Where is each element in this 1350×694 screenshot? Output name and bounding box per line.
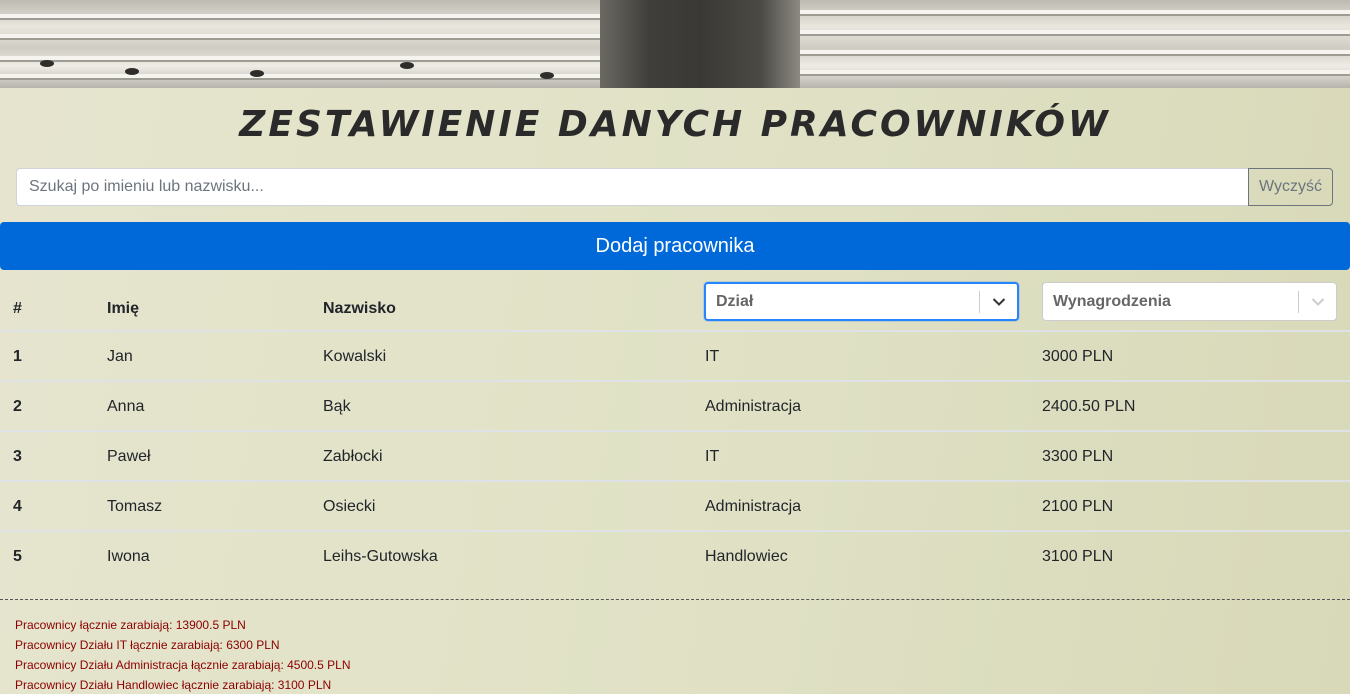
cell-number: 3 [13,448,22,465]
cell-last-name: Leihs-Gutowska [323,548,438,565]
banner-paper-sheet [0,56,600,62]
banner-paper-sheet [0,14,600,20]
banner-paper-sheet [0,74,600,80]
chevron-down-icon[interactable] [980,283,1017,320]
cell-first-name: Anna [107,398,145,415]
table-row: 5 Iwona Leihs-Gutowska Handlowiec 3100 P… [0,532,1350,582]
header-last-name: Nazwisko [323,300,396,317]
summary-administration: Pracownicy Działu Administracja łącznie … [15,658,351,672]
banner-hole [125,68,139,75]
cell-first-name: Iwona [107,548,150,565]
cell-last-name: Osiecki [323,498,376,515]
department-filter-label: Dział [716,292,754,310]
banner-paper-sheet [800,10,1350,16]
table-header: # Imię Nazwisko Dział Wynagrodzenia [0,278,1350,332]
banner-paper-sheet [800,50,1350,56]
banner-hole [400,62,414,69]
cell-salary: 3100 PLN [1042,548,1114,565]
cell-last-name: Kowalski [323,348,387,365]
banner-hole [250,70,264,77]
summary-total: Pracownicy łącznie zarabiają: 13900.5 PL… [15,618,246,632]
cell-first-name: Jan [107,348,133,365]
salary-summary: Pracownicy łącznie zarabiają: 13900.5 PL… [0,599,1350,694]
banner-hole [40,60,54,67]
cell-department: Administracja [705,398,802,415]
cell-number: 5 [13,548,22,565]
clear-button[interactable]: Wyczyść [1248,168,1333,206]
cell-salary: 3000 PLN [1042,348,1114,365]
department-filter-select[interactable]: Dział [704,282,1019,321]
employees-table: # Imię Nazwisko Dział Wynagrodzenia 1 Ja… [0,278,1350,582]
cell-number: 4 [13,498,22,515]
summary-sales: Pracownicy Działu Handlowiec łącznie zar… [15,678,332,692]
cell-salary: 2400.50 PLN [1042,398,1136,415]
cell-department: IT [705,448,720,465]
summary-it: Pracownicy Działu IT łącznie zarabiają: … [15,638,280,652]
salary-filter-label: Wynagrodzenia [1053,292,1171,310]
chevron-down-icon[interactable] [1299,283,1336,320]
salary-filter-select[interactable]: Wynagrodzenia [1042,282,1337,321]
table-row: 3 Paweł Zabłocki IT 3300 PLN [0,432,1350,482]
add-employee-button[interactable]: Dodaj pracownika [0,222,1350,270]
cell-salary: 2100 PLN [1042,498,1114,515]
banner-paper-sheet [0,34,600,40]
cell-department: Handlowiec [705,548,788,565]
cell-salary: 3300 PLN [1042,448,1114,465]
header-banner-image [0,0,1350,88]
page-title: ZESTAWIENIE DANYCH PRACOWNIKÓW [239,104,1111,145]
cell-department: IT [705,348,720,365]
table-row: 1 Jan Kowalski IT 3000 PLN [0,332,1350,382]
header-number: # [13,300,22,317]
cell-first-name: Paweł [107,448,151,465]
banner-dark-gap [600,0,800,88]
table-row: 2 Anna Bąk Administracja 2400.50 PLN [0,382,1350,432]
cell-first-name: Tomasz [107,498,163,515]
search-bar: Wyczyść [16,168,1333,206]
cell-last-name: Zabłocki [323,448,383,465]
search-input[interactable] [16,168,1248,206]
cell-last-name: Bąk [323,398,351,415]
banner-paper-sheet [800,70,1350,76]
table-row: 4 Tomasz Osiecki Administracja 2100 PLN [0,482,1350,532]
header-first-name: Imię [107,300,140,317]
cell-department: Administracja [705,498,802,515]
banner-paper-sheet [800,30,1350,36]
banner-hole [540,72,554,79]
cell-number: 2 [13,398,22,415]
cell-number: 1 [13,348,22,365]
